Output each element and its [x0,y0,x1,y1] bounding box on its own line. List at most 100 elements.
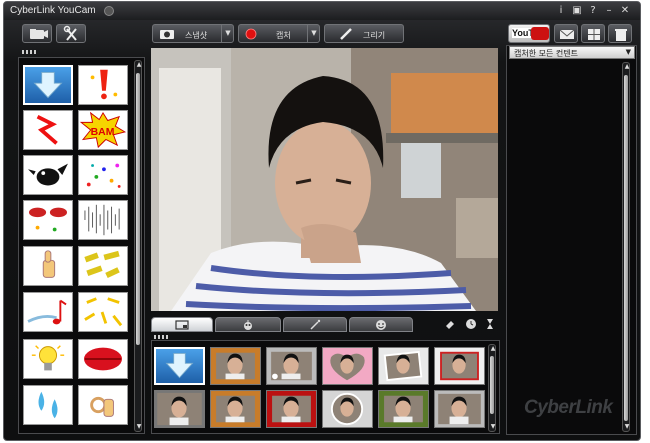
effect-item[interactable] [78,246,128,286]
open-folder-button[interactable] [22,24,52,43]
gallery-item[interactable] [434,390,485,428]
effect-item[interactable] [78,385,128,425]
effect-item[interactable] [78,155,128,195]
trash-icon [615,29,627,41]
minimize-button[interactable]: – [602,4,616,18]
envelope-icon [559,29,575,39]
thumbs-up-icon [42,250,56,278]
hourglass-icon[interactable] [484,318,496,330]
title-bar: CyberLink YouCam i ▣ ? – ✕ [4,2,640,20]
scroll-down-arrow[interactable]: ▼ [135,423,143,431]
capture-tab-icon [175,320,189,330]
scroll-up-arrow[interactable]: ▲ [489,345,497,353]
gallery-item[interactable] [322,390,373,428]
effect-item[interactable] [23,339,73,379]
gallery-item[interactable] [210,390,261,428]
magic-wand-tab[interactable] [283,317,347,332]
gallery-item[interactable] [266,347,317,385]
gallery-panel-grip[interactable] [154,335,168,339]
tools-button[interactable] [56,24,86,43]
photo-thumbnail [383,350,423,382]
effects-scroll-thumb[interactable] [136,73,140,345]
yellow-marks-icon [84,297,123,327]
scroll-up-arrow[interactable]: ▲ [623,63,631,71]
settings-button[interactable]: ▣ [570,4,584,18]
youtube-button[interactable]: YouTube [508,24,550,43]
capture-tab[interactable] [151,317,213,332]
gallery-item[interactable] [378,347,429,385]
help-button[interactable]: ? [586,4,600,18]
youcam-window: CyberLink YouCam i ▣ ? – ✕ 스냅샷 ▼ 캡처 ▼ 그리… [3,1,641,441]
close-button[interactable]: ✕ [618,4,632,18]
bam-burst-icon: BAM [79,111,127,149]
gallery-item[interactable] [322,347,373,385]
monster-icon [244,320,252,330]
effects-panel-grip[interactable] [22,50,36,54]
content-filter-dropdown[interactable]: 캡처한 모든 컨텐트 ▼ [509,46,635,59]
capture-button[interactable]: 캡처 ▼ [238,24,320,43]
exclamation-icon [90,69,118,100]
effect-item[interactable] [78,200,128,240]
light-bulb-icon [31,345,65,371]
effect-item[interactable] [78,292,128,332]
upload-button[interactable] [581,24,605,43]
youtube-tube-badge [531,27,549,40]
snapshot-label: 스냅샷 [185,31,208,40]
dropdown-arrow-icon: ▼ [625,48,631,56]
gallery-item[interactable] [154,390,205,428]
face-tab[interactable] [349,317,413,332]
big-lips-icon [84,347,122,371]
pencil-icon [340,28,352,40]
gallery-item[interactable] [266,390,317,428]
webcam-frame [151,48,498,311]
yellow-words-icon [84,250,120,279]
captured-content-panel [506,45,637,435]
scroll-up-arrow[interactable]: ▲ [135,61,143,69]
capture-dropdown-arrow[interactable]: ▼ [307,25,320,42]
photo-thumbnail [438,393,481,425]
snapshot-button[interactable]: 스냅샷 ▼ [152,24,234,43]
effect-item[interactable] [23,292,73,332]
eraser-icon[interactable] [444,318,456,330]
email-button[interactable] [554,24,578,43]
effect-item[interactable] [23,200,73,240]
effect-item[interactable] [23,65,73,105]
webcam-preview[interactable] [151,48,498,311]
photo-thumbnail [271,351,312,381]
gallery-item[interactable] [378,390,429,428]
effect-item[interactable] [23,110,73,150]
timer-icon[interactable] [465,318,477,330]
folder-camera-icon [30,29,48,39]
gallery-item[interactable] [210,347,261,385]
effects-tab[interactable] [215,317,281,332]
effect-item[interactable] [78,339,128,379]
content-scroll-thumb[interactable] [624,75,628,421]
info-button[interactable]: i [554,4,568,18]
scroll-down-arrow[interactable]: ▼ [623,423,631,431]
music-note-icon [27,299,67,325]
photo-thumbnail [216,395,255,423]
gallery-scroll-thumb[interactable] [490,356,494,414]
effect-item[interactable] [23,385,73,425]
scroll-down-arrow[interactable]: ▼ [489,423,497,431]
content-scrollbar[interactable]: ▲ ▼ [622,62,630,432]
effect-item[interactable] [23,155,73,195]
gallery-item[interactable] [434,347,485,385]
effects-scrollbar[interactable]: ▲ ▼ [134,60,142,432]
delete-button[interactable] [608,24,632,43]
gallery-item[interactable] [154,347,205,385]
ok-hand-icon [90,396,114,417]
draw-button[interactable]: 그리기 [324,24,404,43]
down-arrow-icon [33,71,63,99]
sound-lines-icon [84,204,120,236]
effect-item[interactable]: BAM [78,110,128,150]
puzzle-upload-icon [588,29,600,40]
confetti-icon [86,163,121,188]
snapshot-dropdown-arrow[interactable]: ▼ [221,25,234,42]
info-icon[interactable] [104,6,114,16]
effect-item[interactable] [23,246,73,286]
gallery-scrollbar[interactable]: ▲ ▼ [488,344,496,432]
photo-thumbnail [157,392,202,426]
effect-item[interactable] [78,65,128,105]
photo-thumbnail [330,353,365,381]
